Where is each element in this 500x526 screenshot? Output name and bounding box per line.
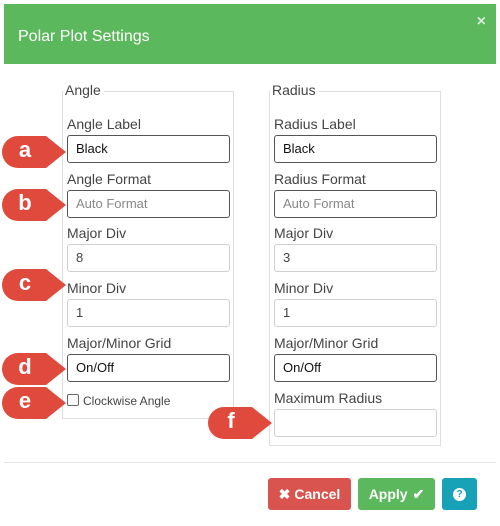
angle-label-label: Angle Label bbox=[67, 116, 141, 132]
apply-button[interactable]: Apply ✔ bbox=[358, 478, 435, 510]
radius-major-div-input[interactable]: 3 bbox=[274, 244, 437, 272]
marker-e-label: e bbox=[18, 388, 32, 413]
radius-minor-div-label: Minor Div bbox=[274, 280, 334, 296]
radius-legend: Radius bbox=[270, 82, 319, 98]
close-icon[interactable]: × bbox=[477, 14, 486, 30]
angle-major-div-label: Major Div bbox=[67, 225, 127, 241]
angle-legend: Angle bbox=[63, 82, 104, 98]
apply-button-label: Apply bbox=[368, 486, 408, 502]
radius-label-label: Radius Label bbox=[274, 116, 356, 132]
radius-grid-input[interactable]: On/Off bbox=[274, 354, 437, 382]
angle-label-input[interactable]: Black bbox=[67, 135, 230, 163]
max-radius-label: Maximum Radius bbox=[274, 390, 383, 406]
marker-b-label: b bbox=[18, 190, 32, 215]
angle-minor-div-label: Minor Div bbox=[67, 280, 127, 296]
marker-d-label: d bbox=[18, 354, 32, 379]
radius-major-div-label: Major Div bbox=[274, 225, 334, 241]
cancel-button-label: Cancel bbox=[294, 486, 341, 502]
max-radius-input[interactable] bbox=[274, 409, 437, 437]
help-button[interactable]: ? bbox=[442, 478, 477, 510]
radius-grid-label: Major/Minor Grid bbox=[274, 335, 379, 351]
radius-format-input[interactable]: Auto Format bbox=[274, 190, 437, 218]
cancel-button[interactable]: ✖ Cancel bbox=[268, 478, 351, 510]
angle-minor-div-input[interactable]: 1 bbox=[67, 299, 230, 327]
angle-grid-label: Major/Minor Grid bbox=[67, 335, 172, 351]
angle-grid-input[interactable]: On/Off bbox=[67, 354, 230, 382]
marker-c-label: c bbox=[18, 270, 32, 295]
footer-divider bbox=[4, 462, 496, 463]
angle-format-label: Angle Format bbox=[67, 171, 152, 187]
polar-plot-settings-dialog: Polar Plot Settings × Angle Angle Label … bbox=[0, 0, 500, 526]
angle-major-div-input[interactable]: 8 bbox=[67, 244, 230, 272]
check-icon: ✔ bbox=[412, 485, 425, 502]
radius-label-input[interactable]: Black bbox=[274, 135, 437, 163]
clockwise-angle-label: Clockwise Angle bbox=[83, 394, 171, 408]
x-icon: ✖ bbox=[278, 485, 291, 502]
radius-minor-div-input[interactable]: 1 bbox=[274, 299, 437, 327]
marker-f-label: f bbox=[227, 408, 235, 433]
dialog-title: Polar Plot Settings bbox=[18, 28, 150, 45]
question-circle-icon: ? bbox=[453, 487, 466, 501]
marker-a-label: a bbox=[18, 137, 32, 162]
dialog-header: Polar Plot Settings × bbox=[4, 4, 496, 64]
angle-format-input[interactable]: Auto Format bbox=[67, 190, 230, 218]
radius-format-label: Radius Format bbox=[274, 171, 366, 187]
